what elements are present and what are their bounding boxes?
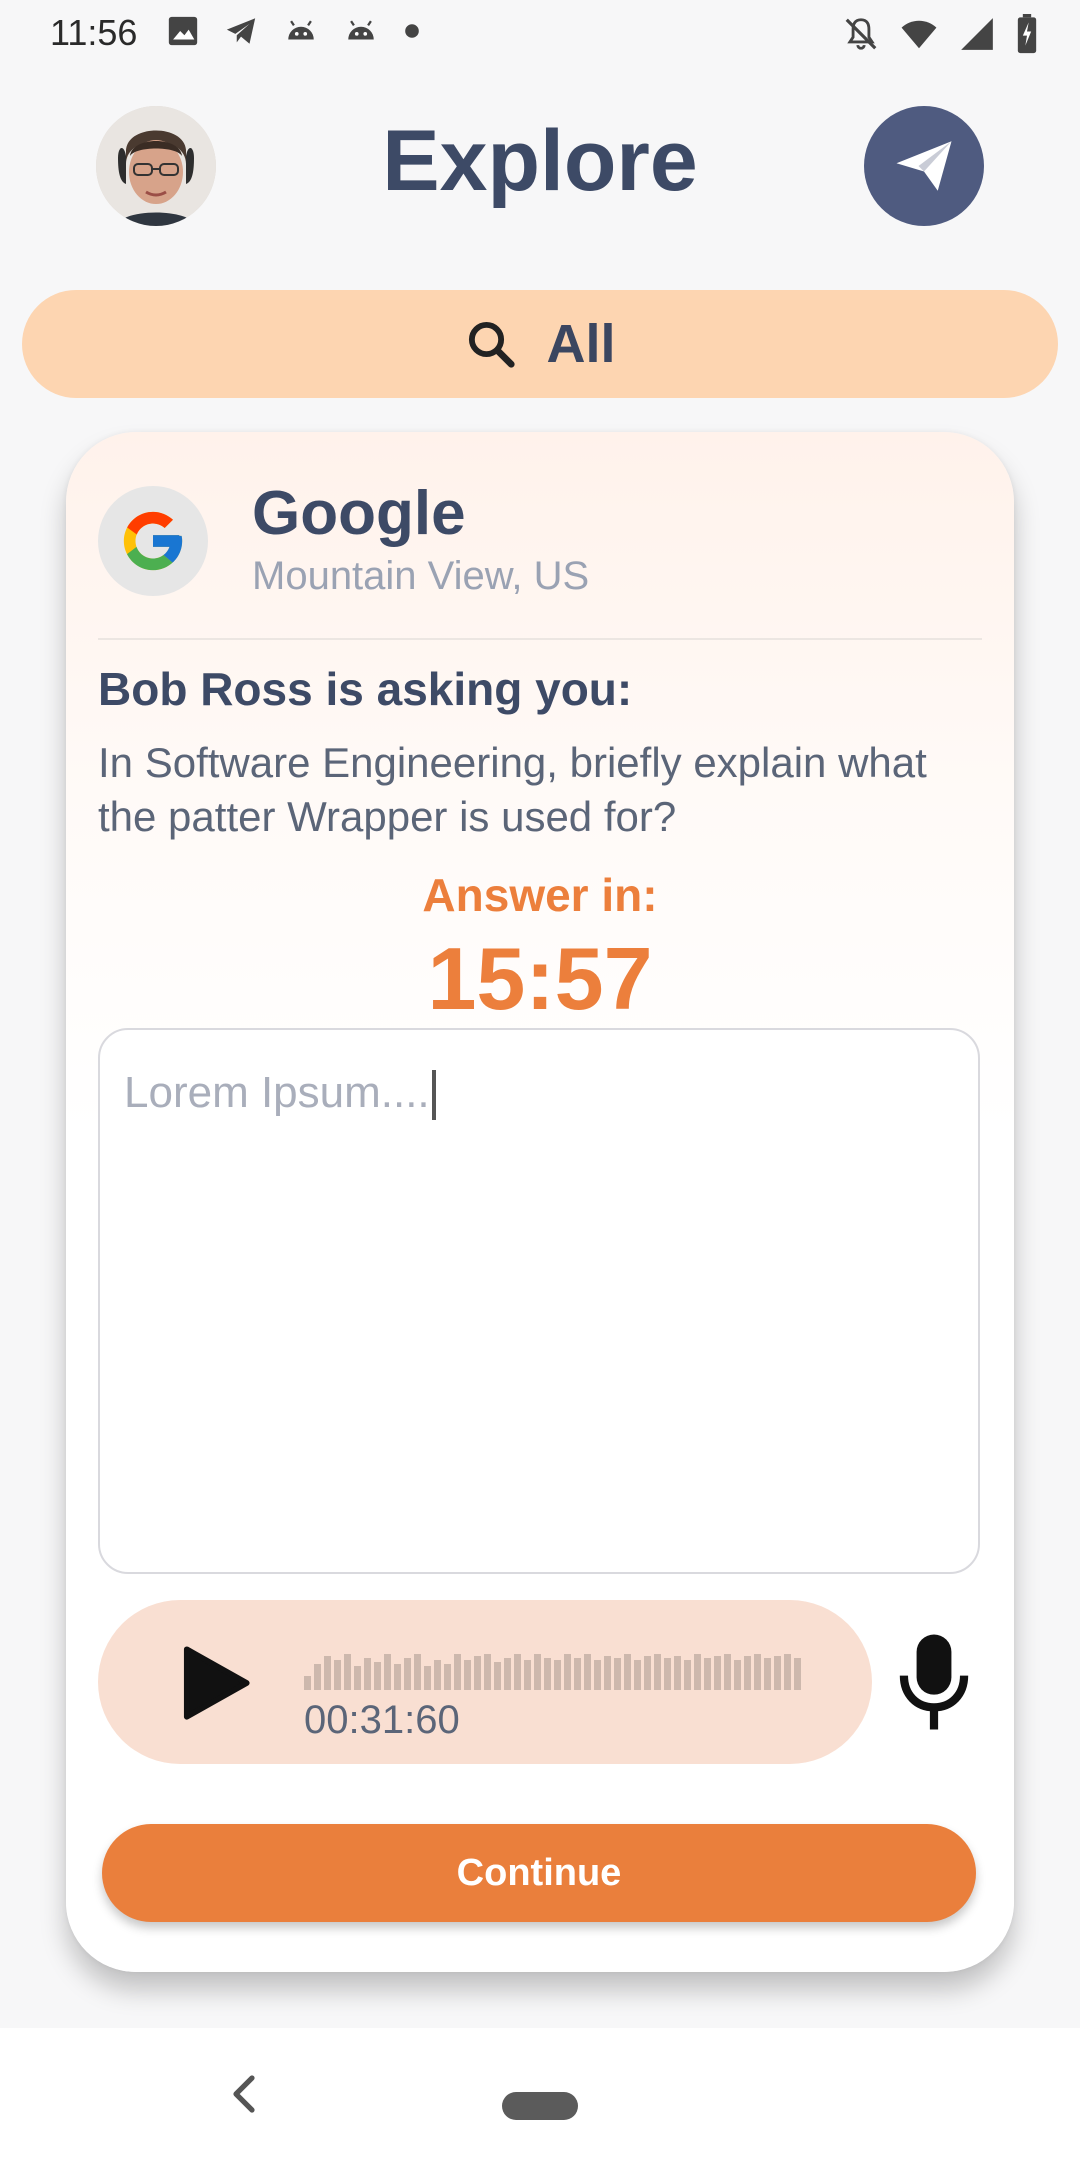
audio-player: 00:31:60 [98, 1600, 872, 1764]
send-icon [896, 141, 952, 191]
microphone-icon [899, 1634, 969, 1730]
play-icon[interactable] [168, 1638, 258, 1728]
image-icon [168, 16, 198, 46]
google-logo-icon [123, 511, 183, 571]
android-icon [288, 20, 314, 40]
company-logo [98, 486, 208, 596]
audio-waveform[interactable] [304, 1650, 854, 1690]
system-nav-bar [0, 2028, 1080, 2160]
dot-icon [405, 24, 419, 38]
countdown-timer: 15:57 [427, 929, 653, 1028]
company-name: Google [252, 479, 466, 548]
android-icon [348, 20, 374, 40]
continue-button[interactable]: Continue [102, 1824, 976, 1922]
question-text: In Software Engineering, briefly explain… [98, 739, 927, 840]
answer-text: Lorem Ipsum.... [124, 1068, 430, 1117]
filter-all-button[interactable]: All [22, 290, 1058, 398]
question-card: Google Mountain View, US Bob Ross is ask… [66, 432, 1014, 1972]
header: Explore [0, 90, 1080, 240]
status-time: 11:56 [50, 12, 138, 53]
telegram-icon [226, 18, 256, 44]
wifi-icon [901, 20, 937, 49]
text-caret [431, 1070, 436, 1121]
search-icon [469, 321, 516, 368]
divider [98, 638, 982, 640]
company-location: Mountain View, US [252, 554, 590, 598]
back-chevron-icon[interactable] [224, 2072, 264, 2116]
battery-charging-icon [1017, 14, 1037, 54]
send-button[interactable] [864, 106, 984, 226]
status-system-icons [842, 14, 1040, 54]
signal-icon [961, 18, 993, 50]
answer-in-label: Answer in: [422, 869, 658, 921]
audio-time: 00:31:60 [304, 1698, 460, 1742]
filter-label: All [546, 314, 616, 374]
asker-heading: Bob Ross is asking you: [98, 663, 633, 715]
bell-off-icon [845, 18, 877, 50]
microphone-button[interactable] [882, 1620, 986, 1744]
status-bar: 11:56 [0, 0, 1080, 72]
home-pill-icon[interactable] [502, 2092, 578, 2120]
status-notification-icons [166, 14, 422, 48]
answer-textarea[interactable]: Lorem Ipsum.... [98, 1028, 980, 1574]
